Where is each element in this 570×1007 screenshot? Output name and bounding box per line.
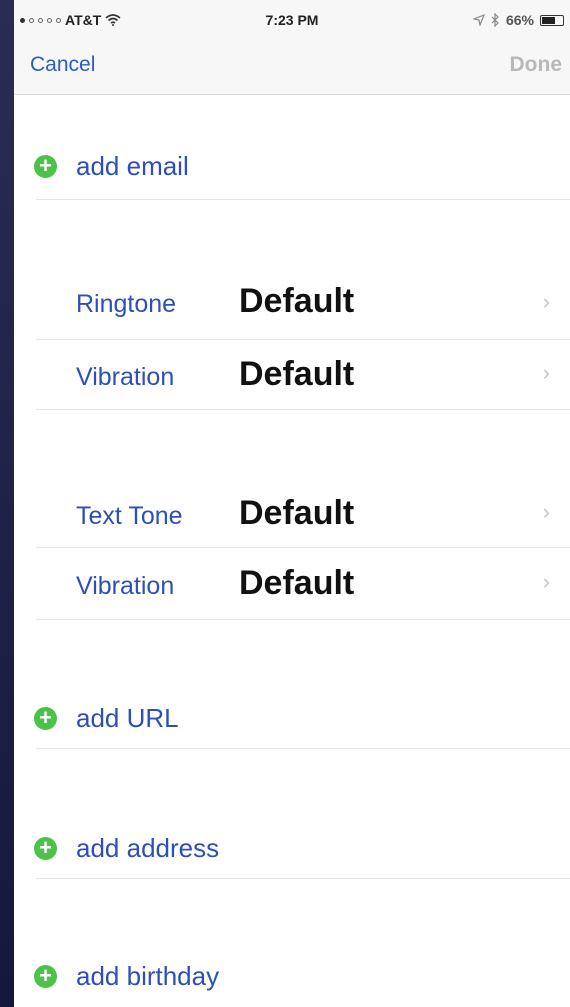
add-url-row[interactable]: + add URL [14, 685, 570, 749]
row-divider [36, 409, 570, 410]
add-birthday-row[interactable]: + add birthday [14, 945, 570, 1007]
row-divider [36, 878, 570, 879]
status-bar: AT&T 7:23 PM 66% [14, 0, 570, 38]
add-address-label: add address [76, 833, 220, 863]
ringtone-vibration-label: Vibration [76, 363, 175, 391]
row-divider [36, 199, 570, 200]
text-tone-value: Default [239, 494, 355, 532]
add-url-label: add URL [76, 703, 179, 733]
location-arrow-icon [472, 14, 485, 26]
cancel-button[interactable]: Cancel [30, 53, 95, 77]
text-tone-label: Text Tone [76, 502, 183, 530]
add-birthday-label: add birthday [76, 961, 220, 991]
text-tone-vibration-value: Default [239, 564, 355, 602]
plus-circle-icon: + [34, 155, 57, 178]
battery-percent: 66% [505, 12, 534, 28]
plus-circle-icon: + [34, 965, 57, 988]
chevron-right-icon: › [542, 289, 550, 314]
edit-contact-screen: AT&T 7:23 PM 66% Cancel Done + add email [14, 0, 570, 1007]
text-tone-vibration-row[interactable]: Vibration Default › [14, 548, 570, 620]
bluetooth-icon [491, 13, 499, 27]
chevron-right-icon: › [542, 499, 550, 524]
ringtone-vibration-value: Default [239, 355, 355, 393]
row-divider [36, 619, 570, 620]
text-tone-vibration-label: Vibration [76, 572, 175, 600]
chevron-right-icon: › [542, 569, 550, 594]
ringtone-row[interactable]: Ringtone Default › [14, 268, 570, 340]
navigation-bar: Cancel Done [14, 38, 570, 95]
ringtone-vibration-row[interactable]: Vibration Default › [14, 340, 570, 410]
add-email-label: add email [76, 151, 189, 181]
add-address-row[interactable]: + add address [14, 815, 570, 879]
text-tone-row[interactable]: Text Tone Default › [14, 478, 570, 548]
chevron-right-icon: › [542, 360, 550, 385]
battery-icon [540, 14, 564, 26]
done-button[interactable]: Done [510, 53, 563, 77]
ringtone-label: Ringtone [76, 290, 177, 318]
row-divider [36, 748, 570, 749]
status-right: 66% [472, 12, 564, 28]
ringtone-value: Default [239, 282, 355, 320]
plus-circle-icon: + [34, 837, 57, 860]
battery-fill [542, 16, 555, 24]
device-frame [0, 0, 14, 1007]
add-email-row[interactable]: + add email [14, 130, 570, 200]
plus-circle-icon: + [34, 707, 57, 730]
